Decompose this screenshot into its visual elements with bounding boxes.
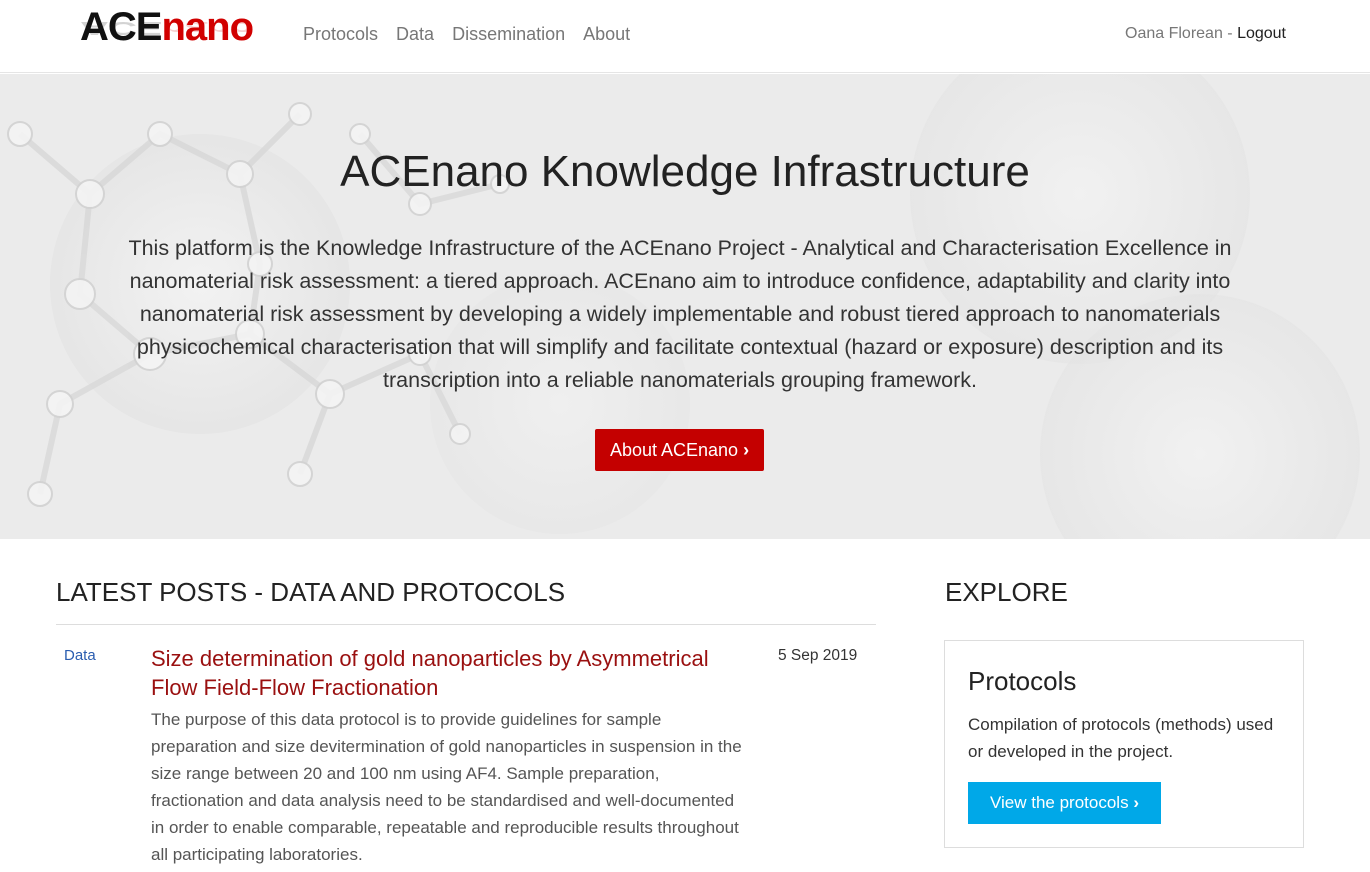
- top-navbar: ACEnano ACEnano Protocols Data Dissemina…: [0, 0, 1370, 73]
- post-title-link[interactable]: Size determination of gold nanoparticles…: [151, 644, 751, 702]
- chevron-right-icon: ›: [1133, 793, 1139, 812]
- protocols-card: Protocols Compilation of protocols (meth…: [944, 640, 1304, 848]
- latest-posts-heading: LATEST POSTS - DATA AND PROTOCOLS: [56, 577, 566, 607]
- hero-banner: ACEnano Knowledge Infrastructure This pl…: [0, 74, 1370, 539]
- divider: [56, 624, 876, 625]
- hero-description: This platform is the Knowledge Infrastru…: [128, 236, 1232, 392]
- view-protocols-button-label: View the protocols: [989, 793, 1129, 812]
- card-description: Compilation of protocols (methods) used …: [968, 715, 1274, 761]
- hero-title: ACEnano Knowledge Infrastructure: [340, 147, 1030, 196]
- view-protocols-button[interactable]: View the protocols ›: [968, 782, 1161, 824]
- user-name: Oana Florean: [1125, 25, 1223, 42]
- nav-link-data[interactable]: Data: [396, 22, 434, 46]
- card-title: Protocols: [968, 666, 1077, 696]
- acenano-logo[interactable]: ACEnano ACEnano: [80, 4, 268, 66]
- post-excerpt: The purpose of this data protocol is to …: [151, 710, 742, 864]
- explore-heading: EXPLORE: [945, 577, 1068, 607]
- chevron-right-icon: ›: [743, 440, 750, 460]
- logo-reflection: ACEnano: [80, 17, 253, 38]
- user-menu: Oana Florean - Logout: [1125, 24, 1286, 44]
- about-acenano-button-label: About ACEnano: [609, 440, 739, 460]
- nav-link-protocols[interactable]: Protocols: [303, 22, 378, 46]
- user-separator: -: [1222, 25, 1238, 42]
- logout-link[interactable]: Logout: [1237, 25, 1286, 42]
- post-category-tag[interactable]: Data: [64, 646, 96, 666]
- post-date: 5 Sep 2019: [778, 647, 858, 664]
- main-nav: Protocols Data Dissemination About: [303, 22, 630, 46]
- nav-link-dissemination[interactable]: Dissemination: [452, 22, 565, 46]
- about-acenano-button[interactable]: About ACEnano ›: [595, 429, 764, 471]
- nav-link-about[interactable]: About: [583, 22, 630, 46]
